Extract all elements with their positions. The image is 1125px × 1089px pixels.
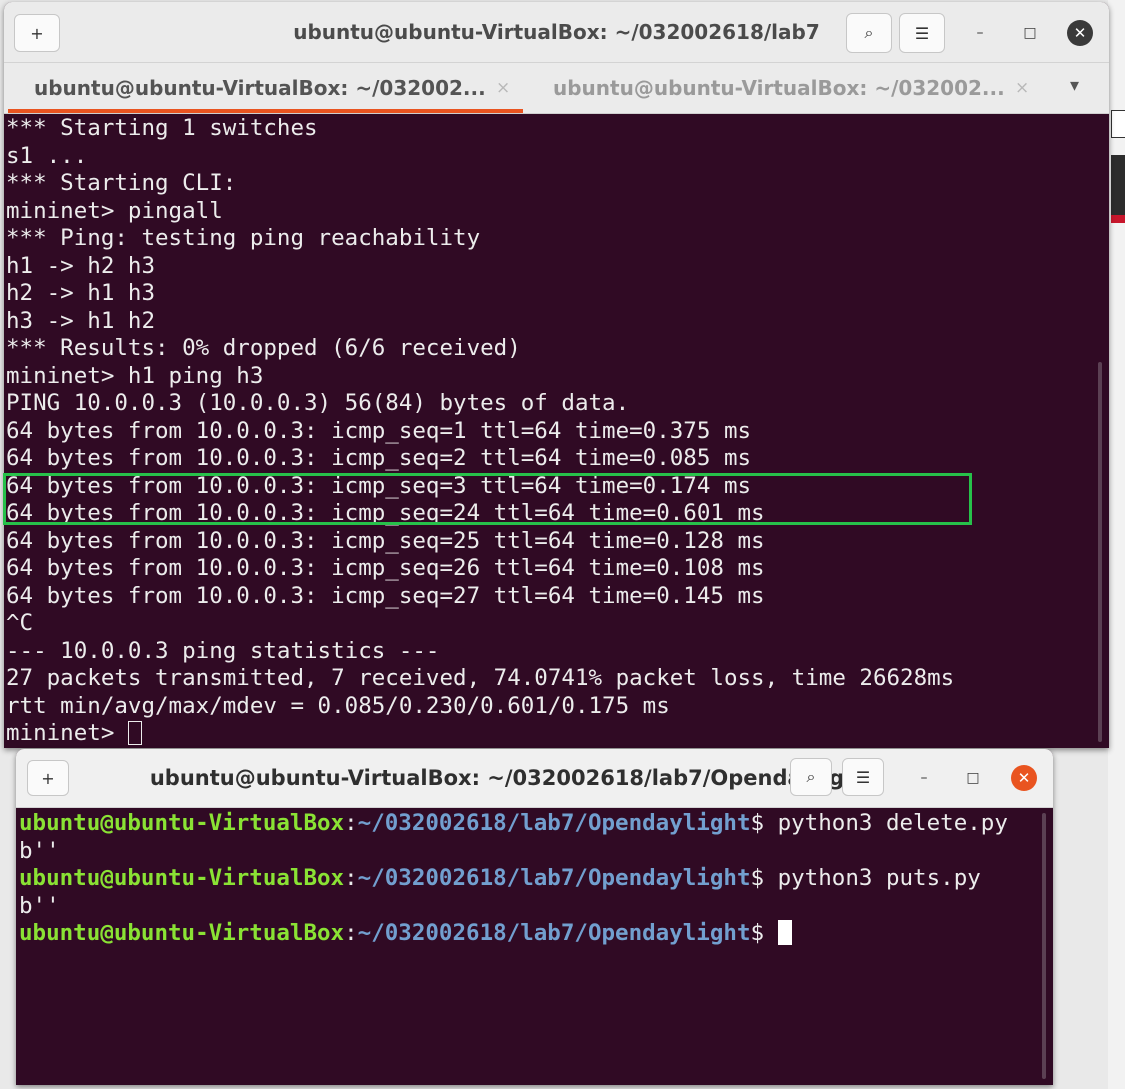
tab-active[interactable]: ubuntu@ubuntu-VirtualBox: ~/032002... × bbox=[8, 63, 523, 113]
terminal-line: ^C bbox=[6, 610, 34, 636]
terminal-line: 64 bytes from 10.0.0.3: icmp_seq=2 ttl=6… bbox=[6, 445, 752, 471]
title-bar[interactable]: + ubuntu@ubuntu-VirtualBox: ~/032002618/… bbox=[4, 2, 1109, 63]
prompt-user: ubuntu@ubuntu-VirtualBox bbox=[19, 865, 345, 891]
terminal-line: 64 bytes from 10.0.0.3: icmp_seq=27 ttl=… bbox=[6, 582, 765, 609]
search-icon: ⌕ bbox=[806, 767, 816, 786]
close-button[interactable]: ✕ bbox=[1011, 765, 1037, 791]
hamburger-menu-icon: ☰ bbox=[855, 767, 871, 787]
scrollbar[interactable] bbox=[1042, 813, 1046, 1079]
cursor bbox=[777, 920, 792, 945]
close-icon: ✕ bbox=[1073, 24, 1087, 42]
menu-button[interactable]: ☰ bbox=[842, 758, 884, 796]
new-tab-button[interactable]: + bbox=[14, 14, 60, 52]
tab-label: ubuntu@ubuntu-VirtualBox: ~/032002... bbox=[34, 76, 486, 100]
terminal-output[interactable]: ubuntu@ubuntu-VirtualBox:~/032002618/lab… bbox=[19, 810, 1008, 948]
cursor bbox=[127, 721, 142, 745]
minimize-icon: – bbox=[920, 770, 928, 786]
prompt-path: ~/032002618/lab7/Opendaylight bbox=[357, 865, 751, 891]
hamburger-menu-icon: ☰ bbox=[914, 23, 930, 43]
minimize-button[interactable]: – bbox=[965, 18, 995, 48]
terminal-line: *** Starting 1 switches bbox=[6, 115, 318, 141]
background-app-banner bbox=[1111, 155, 1125, 215]
maximize-icon: □ bbox=[966, 770, 980, 786]
prompt-path: ~/032002618/lab7/Opendaylight bbox=[357, 810, 751, 836]
active-tab-indicator bbox=[8, 109, 523, 113]
maximize-button[interactable]: □ bbox=[1015, 18, 1045, 48]
terminal-line: s1 ... bbox=[6, 142, 88, 169]
terminal-line: 64 bytes from 10.0.0.3: icmp_seq=26 ttl=… bbox=[6, 555, 765, 581]
terminal-prompt-line: ubuntu@ubuntu-VirtualBox:~/032002618/lab… bbox=[19, 920, 1008, 948]
minimize-icon: – bbox=[976, 25, 984, 41]
menu-button[interactable]: ☰ bbox=[899, 13, 945, 53]
tab-inactive[interactable]: ubuntu@ubuntu-VirtualBox: ~/032002... × bbox=[531, 63, 1046, 113]
command-output: b'' bbox=[19, 837, 60, 864]
prompt-separator: : bbox=[344, 920, 358, 946]
terminal-window-main[interactable]: + ubuntu@ubuntu-VirtualBox: ~/032002618/… bbox=[4, 2, 1109, 748]
command-output: b'' bbox=[19, 892, 60, 919]
terminal-line: mininet> pingall bbox=[6, 197, 223, 224]
terminal-line: rtt min/avg/max/mdev = 0.085/0.230/0.601… bbox=[6, 692, 670, 719]
terminal-line: *** Ping: testing ping reachability bbox=[6, 225, 481, 251]
terminal-line: --- 10.0.0.3 ping statistics --- bbox=[6, 637, 440, 664]
prompt-dollar: $ bbox=[750, 920, 778, 946]
background-app-accent bbox=[1111, 215, 1125, 223]
terminal-line: 64 bytes from 10.0.0.3: icmp_seq=1 ttl=6… bbox=[6, 417, 752, 444]
close-icon: ✕ bbox=[1017, 769, 1031, 787]
terminal-prompt-line: mininet> bbox=[6, 720, 954, 748]
tab-close-icon[interactable]: × bbox=[496, 78, 510, 98]
minimize-button[interactable]: – bbox=[909, 763, 939, 793]
terminal-line: 64 bytes from 10.0.0.3: icmp_seq=25 ttl=… bbox=[6, 527, 765, 554]
title-bar[interactable]: + ubuntu@ubuntu-VirtualBox: ~/032002618/… bbox=[16, 749, 1053, 808]
prompt-text: mininet> bbox=[6, 720, 128, 746]
maximize-icon: □ bbox=[1023, 25, 1037, 41]
new-tab-icon: + bbox=[30, 23, 44, 43]
prompt-user: ubuntu@ubuntu-VirtualBox bbox=[19, 920, 345, 946]
terminal-output[interactable]: *** Starting 1 switches s1 ... *** Startin… bbox=[6, 115, 954, 748]
prompt-separator: : bbox=[344, 810, 358, 836]
terminal-line: h3 -> h1 h2 bbox=[6, 307, 156, 334]
close-button[interactable]: ✕ bbox=[1067, 20, 1093, 46]
terminal-window-opendaylight[interactable]: + ubuntu@ubuntu-VirtualBox: ~/032002618/… bbox=[16, 749, 1053, 1085]
terminal-prompt-line: ubuntu@ubuntu-VirtualBox:~/032002618/lab… bbox=[19, 865, 1008, 893]
prompt-separator: : bbox=[344, 865, 358, 891]
search-icon: ⌕ bbox=[864, 23, 874, 42]
command-text: python3 delete.py bbox=[777, 810, 1008, 836]
background-app-checkbox bbox=[1111, 110, 1125, 138]
terminal-line: h2 -> h1 h3 bbox=[6, 280, 156, 306]
scrollbar[interactable] bbox=[1098, 362, 1102, 742]
search-button[interactable]: ⌕ bbox=[846, 13, 892, 53]
tab-close-icon[interactable]: × bbox=[1015, 78, 1029, 98]
prompt-path: ~/032002618/lab7/Opendaylight bbox=[357, 920, 751, 946]
prompt-user: ubuntu@ubuntu-VirtualBox bbox=[19, 810, 345, 836]
terminal-prompt-line: ubuntu@ubuntu-VirtualBox:~/032002618/lab… bbox=[19, 810, 1008, 838]
terminal-line: 64 bytes from 10.0.0.3: icmp_seq=3 ttl=6… bbox=[6, 472, 752, 499]
terminal-line: *** Results: 0% dropped (6/6 received) bbox=[6, 335, 521, 361]
terminal-line: PING 10.0.0.3 (10.0.0.3) 56(84) bytes of… bbox=[6, 390, 630, 416]
prompt-dollar: $ bbox=[750, 865, 778, 891]
window-title: ubuntu@ubuntu-VirtualBox: ~/032002618/la… bbox=[149, 766, 870, 790]
terminal-line: 64 bytes from 10.0.0.3: icmp_seq=24 ttl=… bbox=[6, 500, 765, 526]
command-text: python3 puts.py bbox=[777, 865, 981, 891]
tab-label: ubuntu@ubuntu-VirtualBox: ~/032002... bbox=[553, 76, 1005, 100]
prompt-dollar: $ bbox=[750, 810, 778, 836]
background-app-edge bbox=[1108, 0, 1125, 1089]
terminal-line: mininet> h1 ping h3 bbox=[6, 362, 264, 389]
tab-bar: ubuntu@ubuntu-VirtualBox: ~/032002... × … bbox=[4, 63, 1109, 114]
new-tab-button[interactable]: + bbox=[27, 760, 69, 796]
terminal-line: *** Starting CLI: bbox=[6, 170, 237, 196]
terminal-line: 27 packets transmitted, 7 received, 74.0… bbox=[6, 665, 955, 691]
new-tab-icon: + bbox=[41, 768, 55, 788]
tab-list-dropdown-icon[interactable]: ▾ bbox=[1070, 75, 1079, 96]
maximize-button[interactable]: □ bbox=[958, 763, 988, 793]
search-button[interactable]: ⌕ bbox=[790, 758, 832, 796]
terminal-line: h1 -> h2 h3 bbox=[6, 252, 156, 279]
